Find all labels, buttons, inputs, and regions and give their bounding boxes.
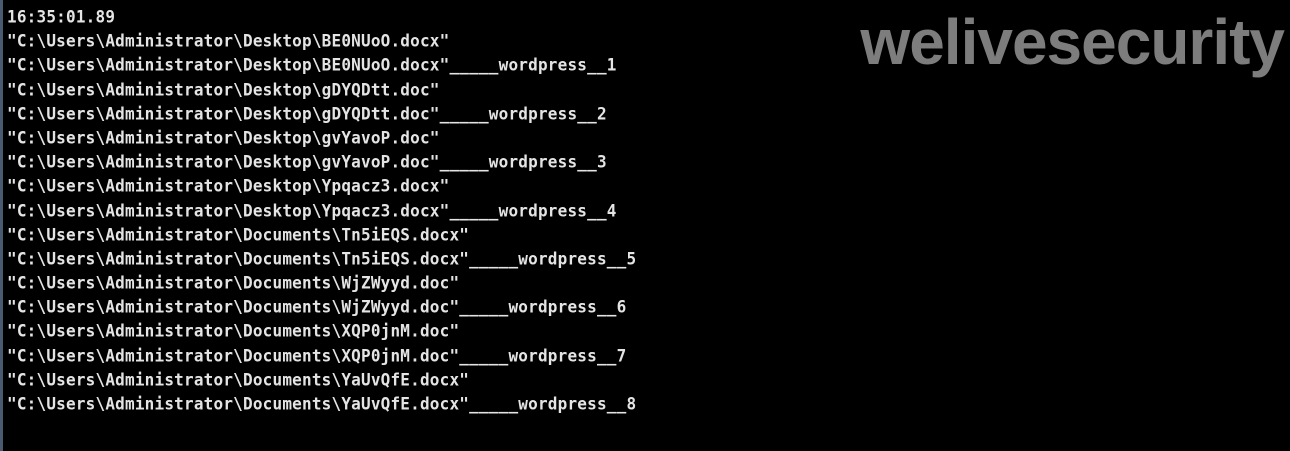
console-line: "C:\Users\Administrator\Documents\XQP0jn… — [7, 320, 460, 341]
watermark-logo: welivesecurity — [860, 6, 1285, 78]
console-line: "C:\Users\Administrator\Desktop\Ypqacz3.… — [7, 175, 450, 196]
console-line: "C:\Users\Administrator\Documents\YaUvQf… — [7, 393, 637, 414]
console-line: "C:\Users\Administrator\Desktop\Ypqacz3.… — [7, 199, 617, 221]
console-window[interactable]: 16:35:01.89 "C:\Users\Administrator\Desk… — [0, 0, 1290, 451]
console-line: "C:\Users\Administrator\Desktop\gvYavoP.… — [7, 151, 607, 172]
console-line: "C:\Users\Administrator\Documents\WjZWyy… — [7, 296, 627, 317]
console-line: "C:\Users\Administrator\Documents\Tn5iEQ… — [7, 248, 637, 269]
console-line: "C:\Users\Administrator\Desktop\BE0NUoO.… — [7, 54, 617, 75]
console-line: "C:\Users\Administrator\Desktop\BE0NUoO.… — [7, 30, 450, 51]
console-line: "C:\Users\Administrator\Desktop\gDYQDtt.… — [7, 103, 607, 124]
timestamp-line: 16:35:01.89 — [7, 6, 116, 27]
console-line: "C:\Users\Administrator\Desktop\gvYavoP.… — [7, 127, 440, 148]
console-line: "C:\Users\Administrator\Documents\XQP0jn… — [7, 345, 627, 366]
console-output: 16:35:01.89 "C:\Users\Administrator\Desk… — [7, 5, 636, 416]
console-line: "C:\Users\Administrator\Desktop\gDYQDtt.… — [7, 78, 440, 100]
console-line: "C:\Users\Administrator\Documents\YaUvQf… — [7, 369, 470, 390]
console-line: "C:\Users\Administrator\Documents\Tn5iEQ… — [7, 224, 470, 245]
console-line: "C:\Users\Administrator\Documents\WjZWyy… — [7, 272, 460, 293]
